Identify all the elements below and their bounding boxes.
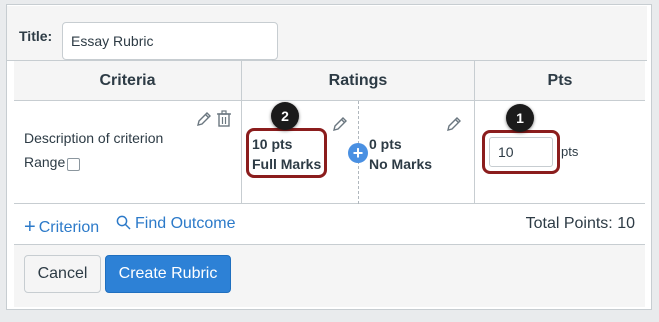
range-checkbox[interactable] — [67, 158, 80, 171]
trash-icon[interactable] — [216, 110, 232, 127]
add-rating-icon[interactable]: + — [348, 143, 368, 163]
action-bar: Cancel Create Rubric — [14, 245, 645, 307]
total-points: Total Points: 10 — [525, 215, 635, 232]
ratings-cell: 10 pts Full Marks 2 + 0 pts No Marks — [242, 101, 475, 204]
pencil-icon[interactable] — [196, 111, 212, 127]
ratings-header: Ratings — [242, 61, 475, 101]
points-unit: pts — [561, 144, 579, 159]
criterion-cell: Description of criterion Range — [14, 101, 242, 204]
find-outcome-link[interactable]: Find Outcome — [116, 215, 235, 233]
pencil-icon[interactable] — [332, 116, 348, 132]
rating-points[interactable]: 10 pts — [252, 136, 292, 152]
range-label: Range — [24, 154, 66, 170]
criterion-description: Description of criterion — [24, 130, 164, 146]
cancel-button[interactable]: Cancel — [24, 255, 101, 293]
add-criterion-label: Criterion — [38, 219, 100, 236]
title-input[interactable] — [62, 22, 278, 60]
rating-points[interactable]: 0 pts — [369, 136, 402, 152]
callout-badge-1: 1 — [506, 104, 534, 132]
pts-header: Pts — [475, 61, 645, 101]
points-input[interactable] — [489, 137, 553, 167]
pencil-icon[interactable] — [446, 116, 462, 132]
rating-description[interactable]: No Marks — [369, 156, 432, 172]
rating-description[interactable]: Full Marks — [252, 156, 321, 172]
title-label: Title: — [19, 28, 53, 44]
title-row: Title: — [7, 6, 647, 61]
find-outcome-label: Find Outcome — [135, 215, 236, 232]
footer-links: + Criterion Find Outcome Total Points: 10 — [14, 204, 645, 245]
plus-icon: + — [24, 216, 36, 238]
search-icon — [116, 215, 131, 230]
callout-badge-2: 2 — [271, 102, 299, 130]
criteria-header: Criteria — [14, 61, 242, 101]
add-criterion-link[interactable]: + Criterion — [24, 215, 99, 238]
create-rubric-button[interactable]: Create Rubric — [105, 255, 231, 293]
points-cell: pts 1 — [475, 101, 645, 204]
